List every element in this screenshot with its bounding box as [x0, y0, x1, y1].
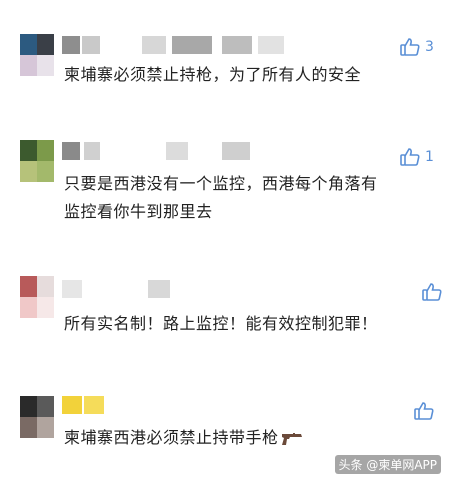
thumbs-up-icon: [400, 148, 420, 166]
username-blurred: [62, 396, 122, 414]
username-blurred: [62, 142, 252, 160]
thumbs-up-icon: [422, 283, 442, 301]
like-button[interactable]: [422, 283, 447, 301]
like-button[interactable]: 3: [400, 38, 434, 56]
comment-text-row: 柬埔寨西港必须禁止持带手枪: [64, 425, 303, 454]
avatar[interactable]: [20, 276, 54, 318]
like-count: 3: [425, 39, 434, 55]
avatar[interactable]: [20, 140, 54, 182]
username-blurred: [62, 280, 192, 298]
watermark: 头条 @柬单网APP: [334, 455, 441, 474]
thumbs-up-icon: [400, 38, 420, 56]
comment-text: 柬埔寨西港必须禁止持带手枪: [64, 428, 279, 447]
thumbs-up-icon: [414, 402, 434, 420]
comment-text: 所有实名制！路上监控！能有效控制犯罪！: [64, 314, 378, 333]
pistol-icon: [281, 428, 303, 454]
like-button[interactable]: [414, 402, 439, 420]
comment-text: 柬埔寨必须禁止持枪，为了所有人的安全: [64, 65, 362, 84]
comment-text-line-1: 只要是西港没有一个监控，西港每个角落有: [64, 174, 378, 193]
comment-text-line-2: 监控看你牛到那里去: [64, 202, 213, 221]
avatar[interactable]: [20, 34, 54, 76]
like-count: 1: [425, 149, 434, 165]
username-blurred: [62, 36, 292, 54]
like-button[interactable]: 1: [400, 148, 434, 166]
avatar[interactable]: [20, 396, 54, 438]
